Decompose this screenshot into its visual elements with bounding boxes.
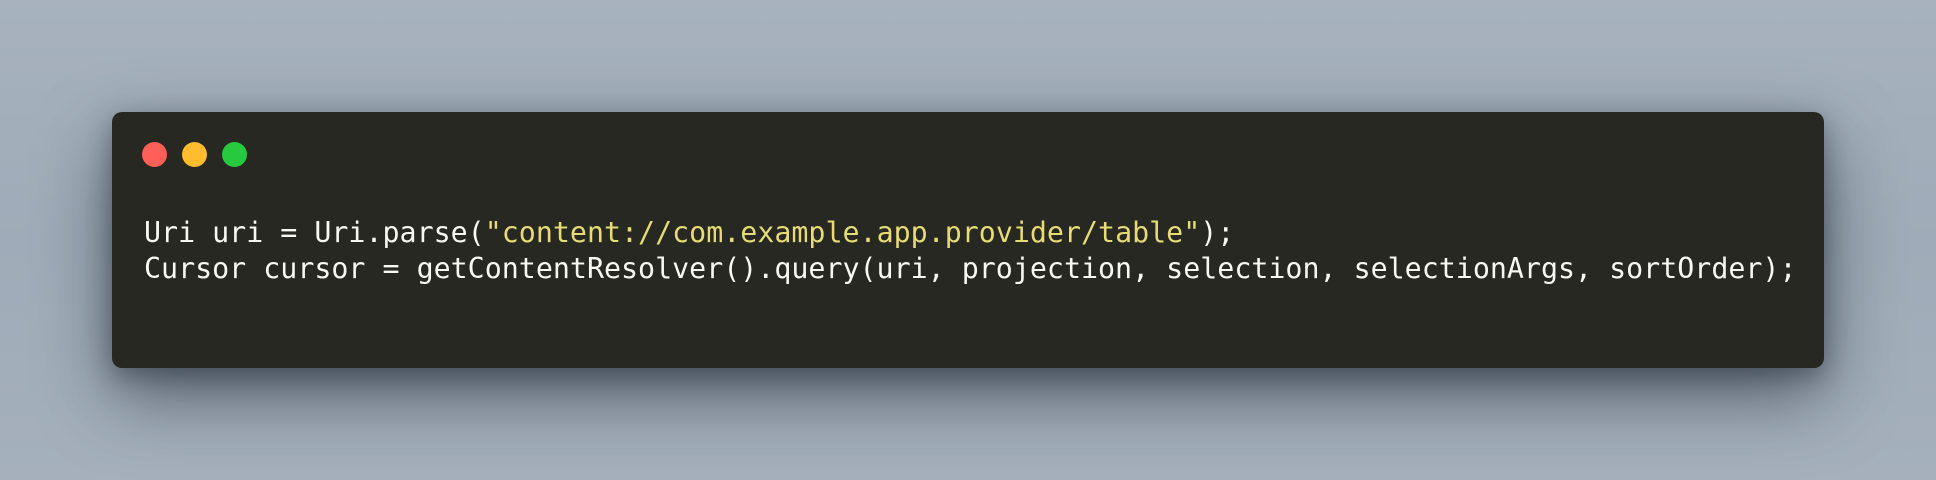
- code-text: Uri uri = Uri.parse(: [144, 216, 485, 249]
- window-controls: [142, 142, 247, 167]
- code-text: Cursor cursor = getContentResolver().que…: [144, 252, 1797, 285]
- code-window: Uri uri = Uri.parse("content://com.examp…: [112, 112, 1824, 368]
- code-line-2: Cursor cursor = getContentResolver().que…: [144, 251, 1797, 287]
- code-line-1: Uri uri = Uri.parse("content://com.examp…: [144, 215, 1797, 251]
- maximize-button[interactable]: [222, 142, 247, 167]
- string-literal: "content://com.example.app.provider/tabl…: [484, 216, 1201, 249]
- code-text: );: [1200, 216, 1235, 249]
- code-block: Uri uri = Uri.parse("content://com.examp…: [144, 215, 1797, 287]
- close-button[interactable]: [142, 142, 167, 167]
- minimize-button[interactable]: [182, 142, 207, 167]
